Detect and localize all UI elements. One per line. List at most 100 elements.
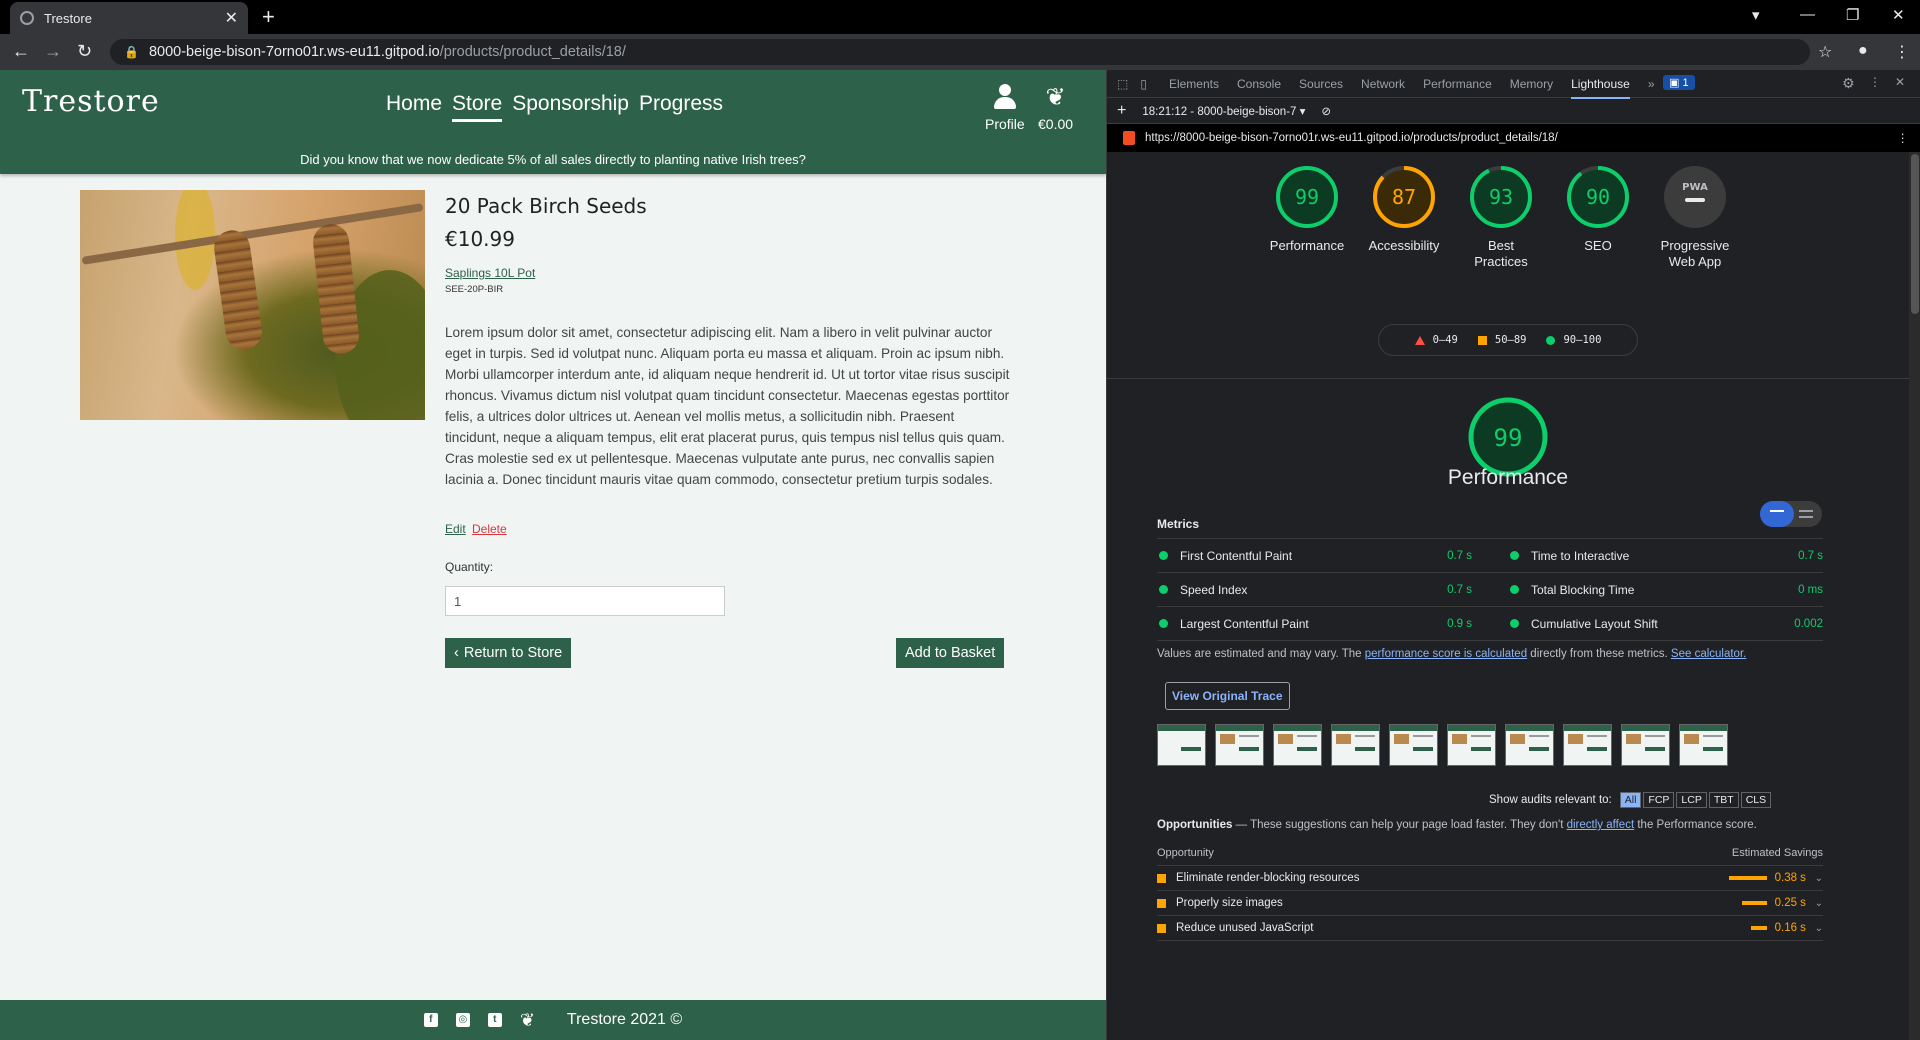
nav-sponsorship[interactable]: Sponsorship — [512, 92, 629, 122]
issues-badge[interactable]: ▣ 1 — [1663, 75, 1695, 90]
inspect-icon[interactable]: ⬚ — [1117, 77, 1128, 91]
nav-home[interactable]: Home — [386, 92, 442, 122]
tab-console[interactable]: Console — [1237, 77, 1281, 91]
tab-network[interactable]: Network — [1361, 77, 1405, 91]
site-header: Trestore Home Store Sponsorship Progress… — [0, 70, 1106, 174]
report-selector-label: 18:21:12 - 8000-beige-bison-7 — [1142, 105, 1297, 118]
metrics-view-toggle[interactable] — [1760, 501, 1822, 527]
report-selector[interactable]: 18:21:12 - 8000-beige-bison-7 ▾ — [1142, 104, 1305, 118]
site-logo[interactable]: Trestore — [22, 84, 160, 119]
filter-fcp[interactable]: FCP — [1643, 792, 1675, 808]
report-scrollbar[interactable] — [1909, 152, 1920, 1040]
profile-link[interactable]: Profile — [985, 84, 1025, 132]
scrollbar-thumb[interactable] — [1911, 154, 1919, 314]
metric-row: First Contentful Paint 0.7 s Time to Inte… — [1157, 539, 1823, 573]
metric-name: Time to Interactive — [1531, 548, 1630, 563]
twitter-icon[interactable]: t — [487, 1013, 502, 1027]
score-calculated-link[interactable]: performance score is calculated — [1365, 648, 1527, 660]
see-calculator-link[interactable]: See calculator. — [1671, 648, 1746, 660]
basket-link[interactable]: ❦ €0.00 — [1038, 84, 1073, 132]
filter-cls[interactable]: CLS — [1740, 792, 1772, 808]
list-icon — [1770, 510, 1784, 516]
facebook-icon[interactable]: f — [423, 1013, 438, 1027]
chevron-down-icon[interactable]: ⌄ — [1815, 923, 1823, 934]
audit-filter: Show audits relevant to: All FCP LCP TBT… — [1489, 792, 1772, 808]
opportunity-row[interactable]: Eliminate render-blocking resources 0.38… — [1157, 866, 1823, 891]
square-icon — [1477, 335, 1487, 345]
url-input[interactable]: 🔒 8000-beige-bison-7orno01r.ws-eu11.gitp… — [110, 39, 1810, 65]
metric-tbt: Total Blocking Time 0 ms — [1490, 573, 1823, 606]
edit-link[interactable]: Edit — [445, 522, 466, 536]
quantity-input[interactable] — [445, 586, 725, 616]
opportunity-row[interactable]: Properly size images 0.25 s ⌄ — [1157, 891, 1823, 916]
restore-icon[interactable]: ❐ — [1846, 6, 1859, 24]
filmstrip-frame — [1273, 724, 1322, 766]
tab-search-icon[interactable]: ▾ — [1752, 6, 1760, 24]
metric-name: Cumulative Layout Shift — [1531, 616, 1658, 631]
close-icon[interactable]: ✕ — [225, 8, 238, 28]
devtools-close-icon[interactable]: ✕ — [1895, 75, 1905, 89]
browser-tab[interactable]: Trestore ✕ — [10, 2, 248, 34]
nav-progress[interactable]: Progress — [639, 92, 723, 122]
gauge-best-practices[interactable]: 93 Best Practices — [1461, 164, 1541, 270]
gauge-ring: 90 — [1567, 166, 1629, 228]
forward-icon[interactable]: → — [44, 42, 62, 60]
gauge-pwa[interactable]: PWA Progressive Web App — [1655, 164, 1735, 270]
opportunity-row[interactable]: Reduce unused JavaScript 0.16 s ⌄ — [1157, 916, 1823, 941]
metrics-heading: Metrics — [1157, 517, 1200, 531]
star-icon[interactable]: ☆ — [1818, 42, 1832, 62]
filter-lcp[interactable]: LCP — [1676, 792, 1707, 808]
new-tab-icon[interactable]: + — [262, 6, 275, 28]
delete-link[interactable]: Delete — [472, 522, 507, 536]
tab-elements[interactable]: Elements — [1169, 77, 1219, 91]
tab-performance[interactable]: Performance — [1423, 77, 1492, 91]
leaf-icon: ❦ — [519, 1009, 535, 1030]
clear-icon[interactable]: ⊘ — [1321, 104, 1331, 118]
back-icon[interactable]: ← — [12, 42, 30, 60]
performance-score: 99 — [1494, 424, 1523, 452]
basket-total: €0.00 — [1038, 116, 1074, 132]
gauge-seo[interactable]: 90 SEO — [1558, 164, 1638, 270]
lock-icon: 🔒 — [124, 45, 139, 59]
gauge-accessibility[interactable]: 87 Accessibility — [1364, 164, 1444, 270]
filmstrip-frame — [1157, 724, 1206, 766]
savings-value: 0.38 s — [1774, 872, 1806, 884]
devtools-menu-icon[interactable]: ⋮ — [1869, 75, 1881, 89]
legend-fail: 0–49 — [1414, 334, 1458, 346]
chevron-down-icon[interactable]: ⌄ — [1815, 873, 1823, 884]
add-to-basket-button[interactable]: Add to Basket — [896, 638, 1005, 668]
tab-memory[interactable]: Memory — [1510, 77, 1553, 91]
pass-icon — [1159, 619, 1168, 628]
opportunities-text: — These suggestions can help your page l… — [1232, 819, 1567, 831]
settings-gear-icon[interactable]: ⚙ — [1842, 75, 1855, 92]
tab-lighthouse[interactable]: Lighthouse — [1571, 77, 1630, 99]
new-report-icon[interactable]: + — [1117, 102, 1126, 120]
savings-bar — [1728, 876, 1767, 880]
product-category-link[interactable]: Saplings 10L Pot — [445, 266, 535, 280]
filter-all[interactable]: All — [1619, 792, 1642, 808]
instagram-icon[interactable]: ◎ — [455, 1013, 470, 1027]
nav-store[interactable]: Store — [452, 92, 503, 122]
minimize-icon[interactable]: — — [1800, 6, 1815, 23]
reload-icon[interactable]: ↻ — [77, 42, 92, 60]
gauge-performance[interactable]: 99 Performance — [1267, 164, 1347, 270]
opportunity-name: Reduce unused JavaScript — [1176, 922, 1314, 934]
menu-dots-icon[interactable]: ⋮ — [1894, 42, 1910, 62]
report-menu-icon[interactable]: ⋮ — [1897, 131, 1909, 145]
more-tabs-icon[interactable]: » — [1648, 77, 1655, 91]
legend-average-range: 50–89 — [1494, 334, 1527, 346]
account-icon[interactable]: ● — [1858, 42, 1868, 60]
view-original-trace-button[interactable]: View Original Trace — [1165, 682, 1290, 710]
chevron-down-icon[interactable]: ⌄ — [1815, 898, 1823, 909]
lighthouse-report[interactable]: 99 Performance 87 Accessibility 93 Best … — [1107, 152, 1920, 1040]
tab-sources[interactable]: Sources — [1299, 77, 1343, 91]
gauge-label: SEO — [1584, 238, 1612, 253]
window-close-icon[interactable]: ✕ — [1892, 6, 1905, 24]
pwa-badge-icon: PWA — [1664, 166, 1726, 228]
return-to-store-button[interactable]: ‹ Return to Store — [445, 638, 572, 668]
device-toggle-icon[interactable]: ▯ — [1140, 77, 1147, 91]
product-title: 20 Pack Birch Seeds — [445, 194, 647, 218]
directly-affect-link[interactable]: directly affect — [1567, 819, 1635, 831]
product-price: €10.99 — [445, 227, 515, 251]
filter-tbt[interactable]: TBT — [1708, 792, 1739, 808]
